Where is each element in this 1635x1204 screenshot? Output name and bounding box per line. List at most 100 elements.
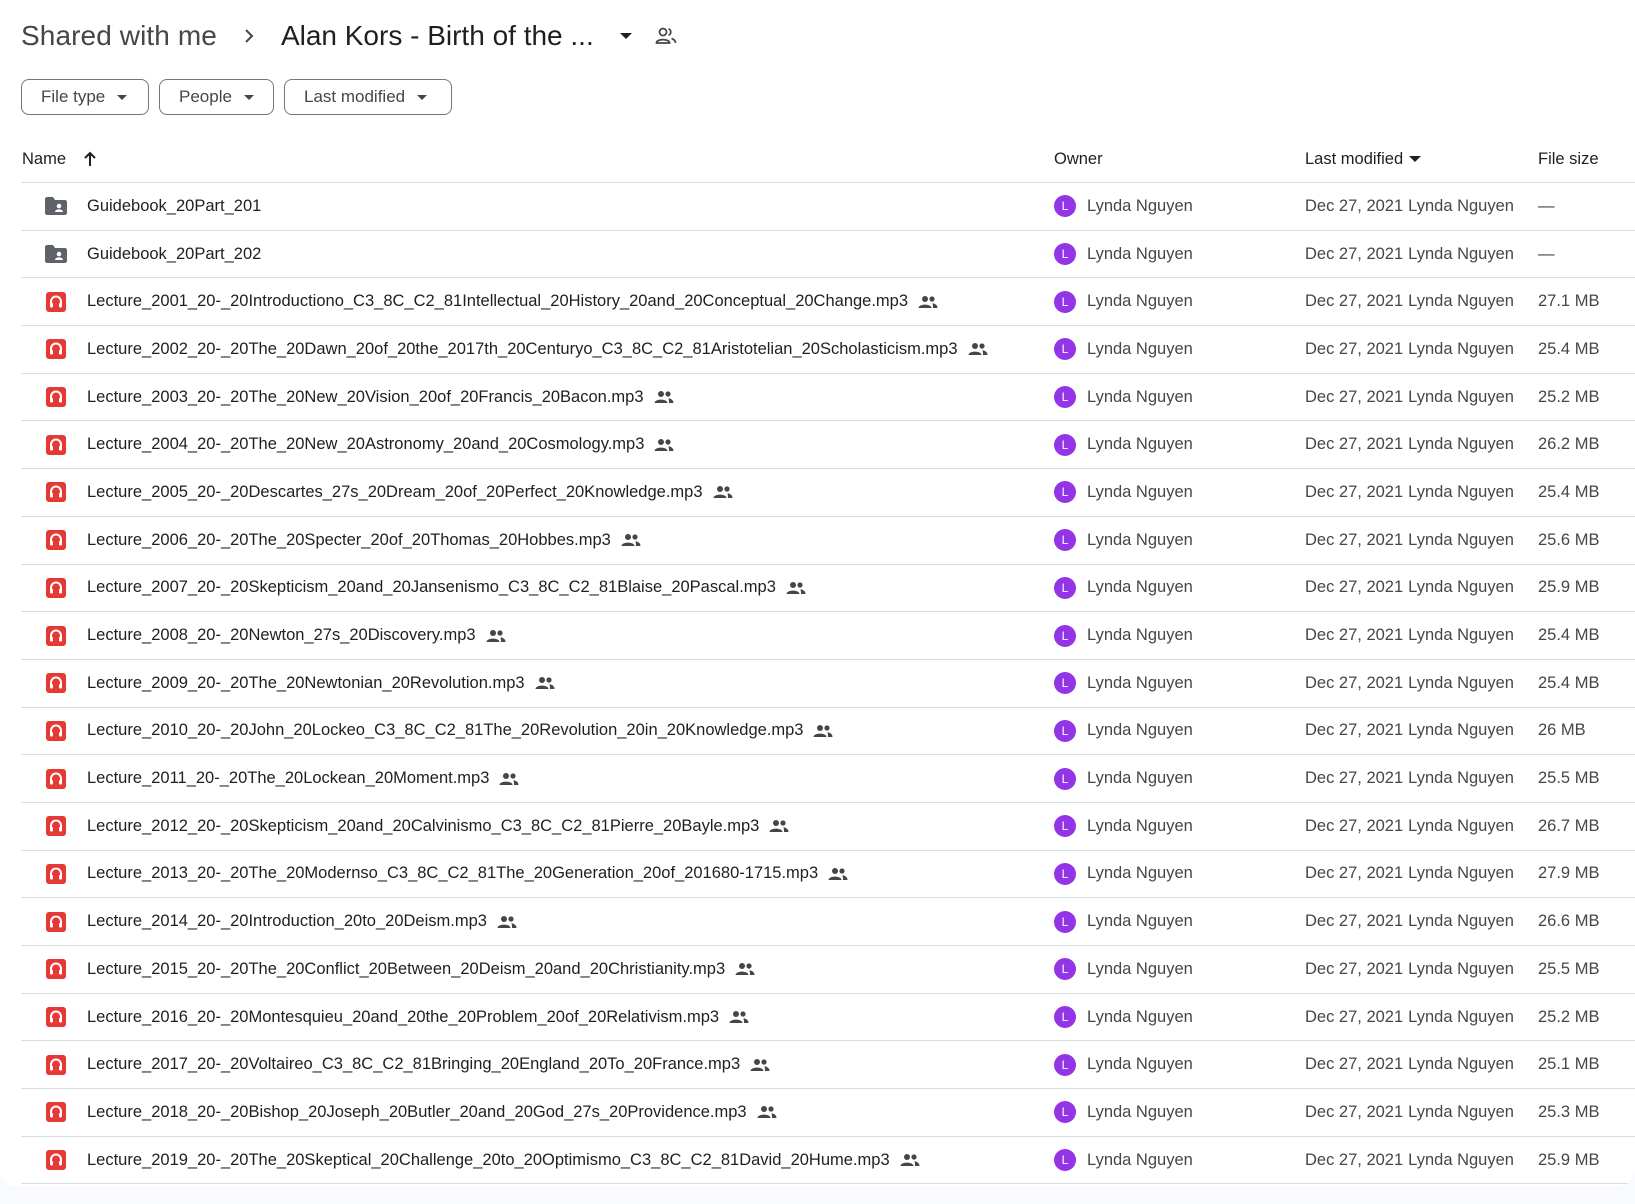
shared-indicator [757, 1105, 777, 1119]
table-row[interactable]: Lecture_2005_20-_20Descartes_27s_20Dream… [21, 469, 1635, 517]
file-name-cell: Lecture_2004_20-_20The_20New_20Astronomy… [87, 421, 674, 468]
owner-name: Lynda Nguyen [1087, 769, 1193, 788]
table-row[interactable]: Lecture_2004_20-_20The_20New_20Astronomy… [21, 421, 1635, 470]
owner-name: Lynda Nguyen [1087, 292, 1193, 311]
share-people-button[interactable] [648, 18, 684, 54]
modified-by: Lynda Nguyen [1408, 387, 1514, 406]
breadcrumb-shared-with-me[interactable]: Shared with me [21, 20, 217, 52]
owner-cell: L Lynda Nguyen [1054, 326, 1193, 373]
table-row[interactable]: Lecture_2006_20-_20The_20Specter_20of_20… [21, 517, 1635, 565]
folder-actions-dropdown[interactable] [604, 18, 648, 54]
file-name[interactable]: Lecture_2012_20-_20Skepticism_20and_20Ca… [87, 817, 759, 836]
table-row[interactable]: Guidebook_20Part_202 L Lynda Nguyen Dec … [21, 231, 1635, 279]
table-row[interactable]: Lecture_2017_20-_20Voltaireo_C3_8C_C2_81… [21, 1041, 1635, 1090]
table-row[interactable]: Lecture_2003_20-_20The_20New_20Vision_20… [21, 374, 1635, 422]
last-modified-filter[interactable]: Last modified [284, 79, 452, 115]
avatar: L [1054, 481, 1076, 504]
file-name[interactable]: Lecture_2019_20-_20The_20Skeptical_20Cha… [87, 1151, 890, 1170]
file-name[interactable]: Lecture_2002_20-_20The_20Dawn_20of_20the… [87, 340, 958, 359]
file-name[interactable]: Lecture_2007_20-_20Skepticism_20and_20Ja… [87, 578, 776, 597]
file-name[interactable]: Lecture_2004_20-_20The_20New_20Astronomy… [87, 435, 644, 454]
file-size-column-header[interactable]: File size [1538, 136, 1599, 182]
owner-name: Lynda Nguyen [1087, 244, 1193, 263]
file-type-icon-cell [43, 231, 69, 278]
sort-ascending-arrow-icon[interactable] [82, 150, 98, 168]
owner-column-header[interactable]: Owner [1054, 136, 1103, 182]
table-row[interactable]: Lecture_2020_20-_20The_20Assault_20upon_… [21, 1184, 1635, 1186]
owner-cell: L Lynda Nguyen [1054, 994, 1193, 1041]
table-row[interactable]: Lecture_2014_20-_20Introduction_20to_20D… [21, 898, 1635, 946]
name-column-label: Name [22, 149, 67, 168]
owner-cell: L Lynda Nguyen [1054, 851, 1193, 898]
table-row[interactable]: Lecture_2011_20-_20The_20Lockean_20Momen… [21, 755, 1635, 803]
table-row[interactable]: Lecture_2019_20-_20The_20Skeptical_20Cha… [21, 1137, 1635, 1185]
file-name[interactable]: Lecture_2017_20-_20Voltaireo_C3_8C_C2_81… [87, 1055, 740, 1074]
shared-people-icon [499, 772, 519, 785]
file-type-icon-cell [43, 183, 69, 230]
file-type-filter[interactable]: File type [21, 79, 149, 115]
name-column-header[interactable]: Name [22, 136, 98, 182]
last-modified-cell: Dec 27, 2021 Lynda Nguyen [1305, 469, 1514, 516]
shared-indicator [654, 438, 674, 452]
people-filter[interactable]: People [159, 79, 274, 115]
table-row[interactable]: Lecture_2012_20-_20Skepticism_20and_20Ca… [21, 803, 1635, 851]
file-name-cell: Guidebook_20Part_202 [87, 231, 261, 278]
shared-people-icon [621, 534, 641, 547]
caret-down-icon [117, 94, 128, 100]
file-name[interactable]: Guidebook_20Part_202 [87, 245, 261, 264]
shared-indicator [654, 390, 674, 404]
breadcrumb: Shared with me Alan Kors - Birth of the … [21, 16, 684, 56]
file-name[interactable]: Lecture_2011_20-_20The_20Lockean_20Momen… [87, 769, 489, 788]
table-row[interactable]: Lecture_2016_20-_20Montesquieu_20and_20t… [21, 994, 1635, 1042]
modified-by: Lynda Nguyen [1408, 816, 1514, 835]
file-name[interactable]: Lecture_2015_20-_20The_20Conflict_20Betw… [87, 960, 725, 979]
file-size-cell: 25.6 MB [1538, 517, 1599, 564]
file-name[interactable]: Lecture_2009_20-_20The_20Newtonian_20Rev… [87, 674, 525, 693]
table-row[interactable]: Lecture_2008_20-_20Newton_27s_20Discover… [21, 612, 1635, 660]
file-name[interactable]: Lecture_2001_20-_20Introductiono_C3_8C_C… [87, 292, 908, 311]
table-row[interactable]: Lecture_2002_20-_20The_20Dawn_20of_20the… [21, 326, 1635, 374]
owner-cell: L Lynda Nguyen [1054, 421, 1193, 468]
file-name[interactable]: Lecture_2013_20-_20The_20Modernso_C3_8C_… [87, 864, 818, 883]
table-row[interactable]: Lecture_2013_20-_20The_20Modernso_C3_8C_… [21, 851, 1635, 899]
shared-people-icon [757, 1106, 777, 1119]
modified-date: Dec 27, 2021 [1305, 721, 1404, 740]
last-modified-cell: Dec 27, 2021 Lynda Nguyen [1305, 708, 1514, 755]
modified-by: Lynda Nguyen [1408, 769, 1514, 788]
owner-cell: L Lynda Nguyen [1054, 1137, 1193, 1184]
breadcrumb-current-folder[interactable]: Alan Kors - Birth of the ... [281, 20, 594, 52]
file-name-cell: Lecture_2006_20-_20The_20Specter_20of_20… [87, 517, 641, 564]
last-modified-cell: Dec 27, 2021 Lynda Nguyen [1305, 660, 1514, 707]
file-name[interactable]: Lecture_2014_20-_20Introduction_20to_20D… [87, 912, 487, 931]
file-name[interactable]: Lecture_2018_20-_20Bishop_20Joseph_20But… [87, 1103, 747, 1122]
table-row[interactable]: Lecture_2001_20-_20Introductiono_C3_8C_C… [21, 278, 1635, 327]
shared-people-icon [769, 820, 789, 833]
modified-by: Lynda Nguyen [1408, 244, 1514, 263]
file-name[interactable]: Lecture_2008_20-_20Newton_27s_20Discover… [87, 626, 476, 645]
file-browser: Shared with me Alan Kors - Birth of the … [0, 0, 1635, 1186]
file-name[interactable]: Lecture_2003_20-_20The_20New_20Vision_20… [87, 388, 644, 407]
owner-name: Lynda Nguyen [1087, 1150, 1193, 1169]
table-row[interactable]: Lecture_2009_20-_20The_20Newtonian_20Rev… [21, 660, 1635, 708]
modified-date: Dec 27, 2021 [1305, 339, 1404, 358]
file-size: 26 MB [1538, 721, 1586, 740]
audio-file-icon [46, 434, 66, 455]
file-name[interactable]: Lecture_2010_20-_20John_20Lockeo_C3_8C_C… [87, 721, 803, 740]
audio-file-icon [46, 816, 66, 837]
table-row[interactable]: Lecture_2007_20-_20Skepticism_20and_20Ja… [21, 565, 1635, 613]
last-modified-cell: Dec 27, 2021 Lynda Nguyen [1305, 183, 1514, 230]
file-name[interactable]: Lecture_2006_20-_20The_20Specter_20of_20… [87, 531, 611, 550]
modified-by: Lynda Nguyen [1408, 482, 1514, 501]
table-row[interactable]: Lecture_2010_20-_20John_20Lockeo_C3_8C_C… [21, 708, 1635, 756]
table-row[interactable]: Guidebook_20Part_201 L Lynda Nguyen Dec … [21, 183, 1635, 231]
table-row[interactable]: Lecture_2015_20-_20The_20Conflict_20Betw… [21, 946, 1635, 994]
file-size-cell: 25.5 MB [1538, 946, 1599, 993]
audio-file-icon [46, 387, 66, 408]
last-modified-cell: Dec 27, 2021 Lynda Nguyen [1305, 421, 1514, 468]
file-size: 25.4 MB [1538, 626, 1600, 645]
file-name[interactable]: Lecture_2016_20-_20Montesquieu_20and_20t… [87, 1008, 719, 1027]
file-name[interactable]: Lecture_2005_20-_20Descartes_27s_20Dream… [87, 483, 703, 502]
file-name[interactable]: Guidebook_20Part_201 [87, 197, 261, 216]
table-row[interactable]: Lecture_2018_20-_20Bishop_20Joseph_20But… [21, 1089, 1635, 1137]
last-modified-column-header[interactable]: Last modified [1305, 136, 1422, 182]
